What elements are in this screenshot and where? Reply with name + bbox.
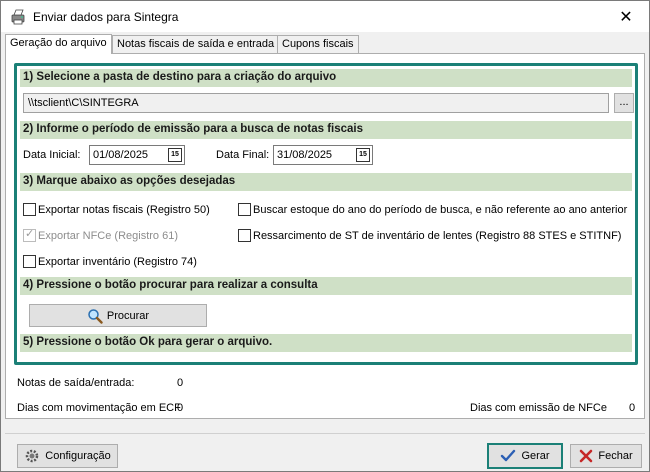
magnifier-icon <box>88 308 103 324</box>
checkbox-label: Buscar estoque do ano do período de busc… <box>253 203 628 216</box>
export-notas-fiscais-checkbox[interactable]: Exportar notas fiscais (Registro 50) <box>23 203 210 216</box>
step3-header: 3) Marque abaixo as opções desejadas <box>20 173 632 191</box>
title-bar: Enviar dados para Sintegra ✕ <box>1 1 649 32</box>
procurar-button[interactable]: Procurar <box>29 304 207 327</box>
tab-geracao-arquivo[interactable]: Geração do arquivo <box>5 34 112 54</box>
close-icon[interactable]: ✕ <box>603 1 649 32</box>
step2-header: 2) Informe o período de emissão para a b… <box>20 121 632 139</box>
nfce-days-label: Dias com emissão de NFCe <box>470 402 607 414</box>
close-red-icon <box>580 449 593 463</box>
ressarcimento-st-checkbox[interactable]: Ressarcimento de ST de inventário de len… <box>238 229 621 242</box>
notas-count-label: Notas de saída/entrada: <box>17 377 135 389</box>
fechar-button[interactable]: Fechar <box>570 444 642 468</box>
export-inventario-checkbox[interactable]: Exportar inventário (Registro 74) <box>23 255 197 268</box>
checkbox-box[interactable] <box>23 255 36 268</box>
start-date-field[interactable]: 01/08/2025 15 <box>89 145 185 165</box>
sintegra-dialog: Enviar dados para Sintegra ✕ Geração do … <box>0 0 650 472</box>
configuracao-label: Configuração <box>45 450 111 462</box>
step4-header: 4) Pressione o botão procurar para reali… <box>20 277 632 295</box>
start-date-label: Data Inicial: <box>23 149 81 161</box>
ecf-days-value: 0 <box>177 402 184 414</box>
export-nfce-checkbox: ✓ Exportar NFCe (Registro 61) <box>23 228 178 242</box>
footer-divider <box>5 433 645 434</box>
end-date-label: Data Final: <box>216 149 270 161</box>
printer-app-icon <box>11 9 25 25</box>
fechar-label: Fechar <box>598 450 633 462</box>
gear-icon <box>26 449 39 463</box>
end-date-field[interactable]: 31/08/2025 15 <box>273 145 373 165</box>
tab-cupons-fiscais[interactable]: Cupons fiscais <box>277 35 359 53</box>
ecf-days-label: Dias com movimentação em ECF <box>17 402 181 414</box>
tab-panel: 1) Selecione a pasta de destino para a c… <box>5 53 645 419</box>
gerar-label: Gerar <box>521 450 550 462</box>
checkbox-label: Ressarcimento de ST de inventário de len… <box>253 229 622 242</box>
step1-header: 1) Selecione a pasta de destino para a c… <box>20 69 632 87</box>
tab-notas-fiscais[interactable]: Notas fiscais de saída e entrada <box>112 35 280 53</box>
procurar-label: Procurar <box>106 309 150 322</box>
calendar-icon[interactable]: 15 <box>168 148 182 162</box>
start-date-value: 01/08/2025 <box>93 149 149 161</box>
browse-folder-button[interactable]: ... <box>614 93 634 113</box>
notas-count-value: 0 <box>177 377 184 389</box>
checkbox-label: Exportar NFCe (Registro 61) <box>38 229 178 242</box>
configuracao-button[interactable]: Configuração <box>17 444 118 468</box>
gerar-button[interactable]: Gerar <box>487 443 563 469</box>
window-title: Enviar dados para Sintegra <box>33 10 179 24</box>
end-date-value: 31/08/2025 <box>277 149 333 161</box>
calendar-icon[interactable]: 15 <box>356 148 370 162</box>
destination-path-field[interactable]: \\tsclient\C\SINTEGRA <box>23 93 609 113</box>
checkbox-box[interactable] <box>23 203 36 216</box>
checkmark-icon: ✓ <box>25 228 35 240</box>
checkbox-box[interactable] <box>238 229 251 242</box>
checkbox-box: ✓ <box>23 228 36 242</box>
nfce-days-value: 0 <box>629 402 636 414</box>
checkbox-label: Exportar notas fiscais (Registro 50) <box>38 203 210 216</box>
step5-header: 5) Pressione o botão Ok para gerar o arq… <box>20 334 632 352</box>
checkbox-label: Exportar inventário (Registro 74) <box>38 255 197 268</box>
check-icon <box>501 449 516 462</box>
checkbox-box[interactable] <box>238 203 251 216</box>
steps-frame: 1) Selecione a pasta de destino para a c… <box>14 63 638 365</box>
buscar-estoque-checkbox[interactable]: Buscar estoque do ano do período de busc… <box>238 203 627 216</box>
